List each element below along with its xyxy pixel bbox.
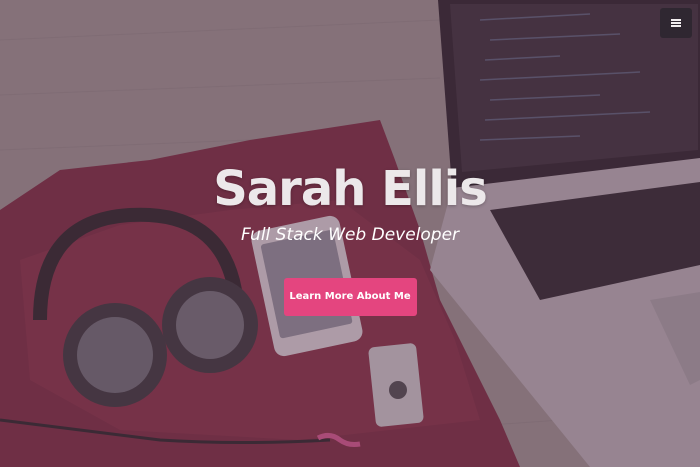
menu-button[interactable]: [660, 8, 692, 38]
menu-icon-bar: [671, 25, 681, 27]
hamburger-menu-icon: [671, 19, 681, 27]
learn-more-button[interactable]: Learn More About Me: [283, 278, 417, 316]
menu-icon-bar: [671, 22, 681, 24]
hero-content: Sarah Ellis Full Stack Web Developer Lea…: [0, 158, 700, 316]
hero-section: Sarah Ellis Full Stack Web Developer Lea…: [0, 0, 700, 467]
hero-subtitle: Full Stack Web Developer: [240, 225, 460, 245]
hero-title: Sarah Ellis: [213, 161, 488, 217]
menu-icon-bar: [671, 19, 681, 21]
